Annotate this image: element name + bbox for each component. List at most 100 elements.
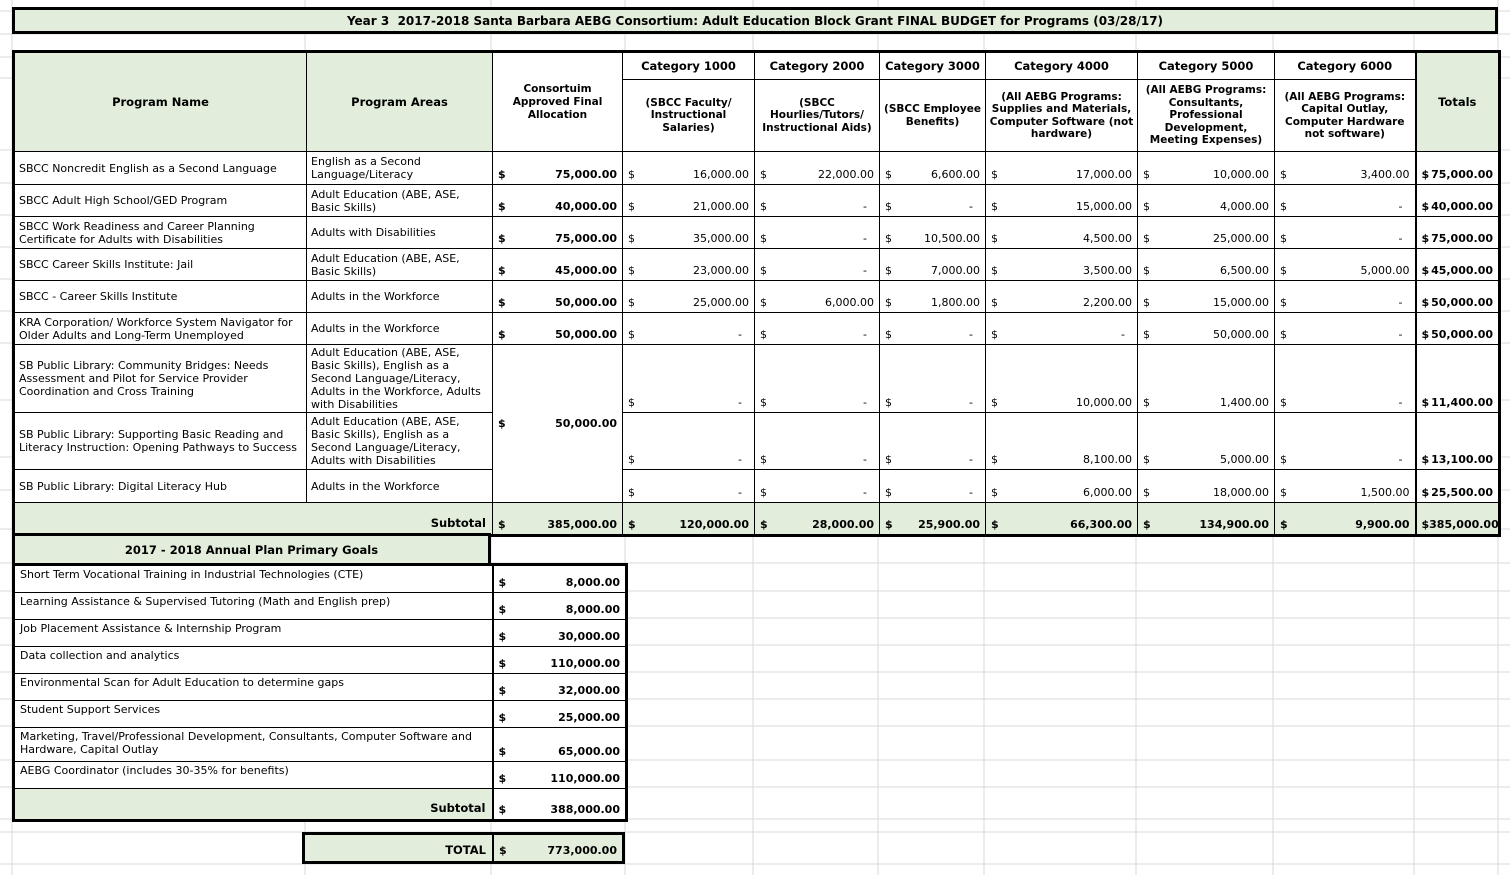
goal-amount-cell: $110,000.00 <box>493 762 627 789</box>
currency-symbol: $ <box>1422 168 1430 181</box>
category-2000-amount-cell: $- <box>755 413 880 470</box>
subtotal-category-6000-cell: $9,900.00 <box>1275 503 1416 536</box>
amount-value: - <box>969 486 980 499</box>
goal-amount-cell: $8,000.00 <box>493 593 627 620</box>
amount-value: 50,000.00 <box>1213 328 1269 341</box>
amount-value: 45,000.00 <box>1431 264 1493 277</box>
goal-row: Student Support Services$25,000.00 <box>14 701 627 728</box>
category-3000-amount-cell: $1,800.00 <box>880 281 986 313</box>
subtotal-category-4000-cell: $66,300.00 <box>986 503 1138 536</box>
programs-subtotal-row: Subtotal$385,000.00$120,000.00$28,000.00… <box>14 503 1500 536</box>
allocation-amount-cell: $75,000.00 <box>493 152 623 185</box>
program-areas-cell: Adult Education (ABE, ASE, Basic Skills) <box>307 185 493 217</box>
amount-value: 8,100.00 <box>1083 453 1132 466</box>
category-5000-amount-cell: $6,500.00 <box>1138 249 1275 281</box>
program-row: SBCC Career Skills Institute: JailAdult … <box>14 249 1500 281</box>
amount-value: 1,800.00 <box>931 296 980 309</box>
currency-symbol: $ <box>1422 232 1430 245</box>
amount-value: 4,500.00 <box>1083 232 1132 245</box>
currency-symbol: $ <box>499 803 507 816</box>
subtotal-total-cell: $385,000.00 <box>1416 503 1500 536</box>
program-row: SBCC Work Readiness and Career Planning … <box>14 217 1500 249</box>
currency-symbol: $ <box>498 200 506 213</box>
currency-symbol: $ <box>1422 328 1430 341</box>
amount-value: 2,200.00 <box>1083 296 1132 309</box>
amount-value: - <box>969 328 980 341</box>
category-5000-description: (All AEBG Programs: Consultants, Profess… <box>1138 80 1275 152</box>
amount-value: 5,000.00 <box>1361 264 1410 277</box>
amount-value: - <box>1399 200 1410 213</box>
amount-value: 388,000.00 <box>550 803 620 816</box>
currency-symbol: $ <box>1422 486 1430 499</box>
goal-label-cell: AEBG Coordinator (includes 30-35% for be… <box>14 762 493 789</box>
row-total-cell: $45,000.00 <box>1416 249 1500 281</box>
program-row: SB Public Library: Digital Literacy HubA… <box>14 470 1500 503</box>
amount-value: 1,400.00 <box>1220 396 1269 409</box>
goal-label-cell: Data collection and analytics <box>14 647 493 674</box>
amount-value: 25,900.00 <box>918 518 980 531</box>
amount-value: 134,900.00 <box>1199 518 1269 531</box>
category-5000-amount-cell: $1,400.00 <box>1138 345 1275 413</box>
currency-symbol: $ <box>1280 232 1287 245</box>
program-name-cell: SBCC - Career Skills Institute <box>14 281 307 313</box>
currency-symbol: $ <box>499 745 507 758</box>
category-6000-amount-cell: $- <box>1275 185 1416 217</box>
amount-value: - <box>863 486 874 499</box>
category-6000-description: (All AEBG Programs: Capital Outlay, Comp… <box>1275 80 1416 152</box>
goal-label-cell: Marketing, Travel/Professional Developme… <box>14 728 493 762</box>
subtotal-category-5000-cell: $134,900.00 <box>1138 503 1275 536</box>
category-3000-amount-cell: $7,000.00 <box>880 249 986 281</box>
currency-symbol: $ <box>628 328 635 341</box>
amount-value: 75,000.00 <box>1431 232 1493 245</box>
allocation-amount-cell: $50,000.00 <box>493 345 623 503</box>
goal-amount-cell: $30,000.00 <box>493 620 627 647</box>
category-1000-amount-cell: $- <box>623 345 755 413</box>
amount-value: - <box>1399 328 1410 341</box>
amount-value: 40,000.00 <box>555 200 617 213</box>
currency-symbol: $ <box>760 328 767 341</box>
row-total-cell: $25,500.00 <box>1416 470 1500 503</box>
row-total-cell: $75,000.00 <box>1416 217 1500 249</box>
amount-value: 18,000.00 <box>1213 486 1269 499</box>
category-6000-amount-cell: $- <box>1275 281 1416 313</box>
currency-symbol: $ <box>885 453 892 466</box>
currency-symbol: $ <box>760 200 767 213</box>
program-row: SBCC Noncredit English as a Second Langu… <box>14 152 1500 185</box>
currency-symbol: $ <box>1280 264 1287 277</box>
amount-value: 3,400.00 <box>1361 168 1410 181</box>
category-5000-amount-cell: $10,000.00 <box>1138 152 1275 185</box>
category-6000-amount-cell: $1,500.00 <box>1275 470 1416 503</box>
category-6000-amount-cell: $5,000.00 <box>1275 249 1416 281</box>
currency-symbol: $ <box>498 518 506 531</box>
category-6000-amount-cell: $- <box>1275 413 1416 470</box>
row-total-cell: $40,000.00 <box>1416 185 1500 217</box>
currency-symbol: $ <box>991 518 999 531</box>
grand-total-amount: 773,000.00 <box>547 844 617 857</box>
amount-value: 4,000.00 <box>1220 200 1269 213</box>
currency-symbol: $ <box>885 232 892 245</box>
program-name-cell: SBCC Noncredit English as a Second Langu… <box>14 152 307 185</box>
category-1000-amount-cell: $21,000.00 <box>623 185 755 217</box>
amount-value: 16,000.00 <box>693 168 749 181</box>
currency-symbol: $ <box>991 296 998 309</box>
category-1000-amount-cell: $- <box>623 413 755 470</box>
goal-label-cell: Learning Assistance & Supervised Tutorin… <box>14 593 493 620</box>
col-header-program-name: Program Name <box>14 52 307 152</box>
category-4000-amount-cell: $2,200.00 <box>986 281 1138 313</box>
goal-label-cell: Environmental Scan for Adult Education t… <box>14 674 493 701</box>
category-4000-amount-cell: $17,000.00 <box>986 152 1138 185</box>
amount-value: - <box>863 328 874 341</box>
goal-row: AEBG Coordinator (includes 30-35% for be… <box>14 762 627 789</box>
program-row: SB Public Library: Community Bridges: Ne… <box>14 345 1500 413</box>
goals-subtotal-label-cell: Subtotal <box>14 789 493 821</box>
currency-symbol: $ <box>1280 328 1287 341</box>
currency-symbol: $ <box>1422 264 1430 277</box>
currency-symbol: $ <box>628 264 635 277</box>
currency-symbol: $ <box>1422 396 1430 409</box>
category-2000-amount-cell: $22,000.00 <box>755 152 880 185</box>
amount-value: 25,000.00 <box>693 296 749 309</box>
col-header-totals: Totals <box>1416 52 1500 152</box>
currency-symbol: $ <box>991 453 998 466</box>
goal-amount-cell: $8,000.00 <box>493 565 627 593</box>
goal-amount-cell: $25,000.00 <box>493 701 627 728</box>
